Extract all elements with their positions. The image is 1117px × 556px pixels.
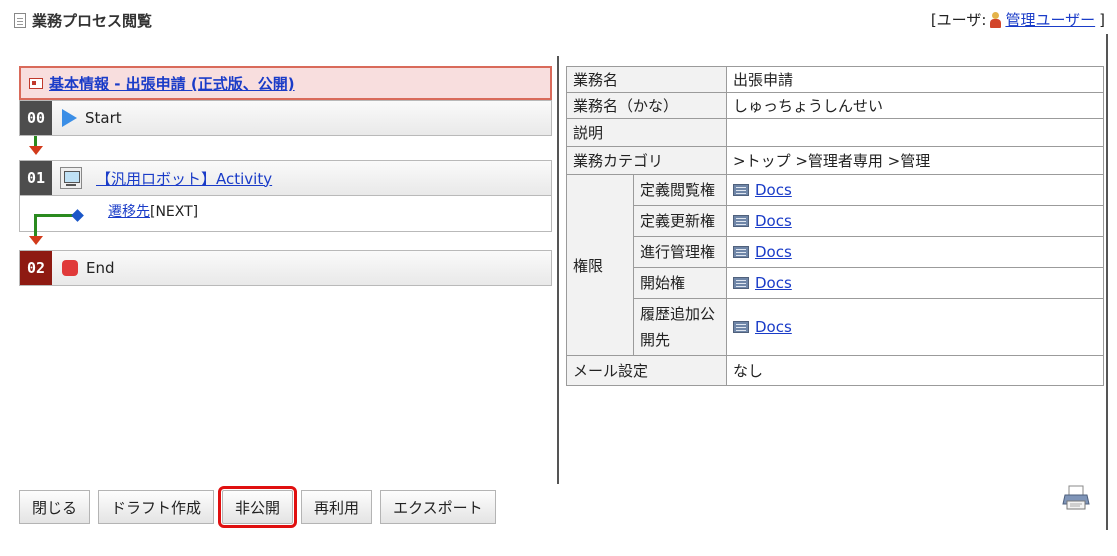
end-stop-icon [62, 260, 78, 276]
step-label: End [86, 259, 115, 277]
mail-setting-label: メール設定 [566, 355, 727, 386]
printer-icon[interactable] [1062, 485, 1090, 511]
flow-step-end: 02 End [19, 250, 552, 286]
transition-tag: [NEXT] [150, 204, 199, 220]
flow-step-activity: 01 【汎用ロボット】Activity [19, 160, 552, 196]
docs-icon [733, 321, 749, 333]
flow-arrow-icon [29, 236, 43, 245]
step-number: 01 [20, 161, 52, 195]
step-label: Start [85, 109, 122, 127]
right-border [1106, 34, 1108, 530]
permission-name: 定義閲覧権 [633, 174, 727, 206]
description-label: 説明 [566, 118, 727, 147]
permission-docs-link[interactable]: Docs [755, 243, 792, 261]
page-icon [14, 13, 26, 28]
permission-name: 開始権 [633, 267, 727, 299]
permission-docs-link[interactable]: Docs [755, 181, 792, 199]
robot-icon [60, 167, 82, 189]
step-number: 02 [20, 251, 52, 285]
basic-info-link[interactable]: 基本情報 - 出張申請 (正式版、公開) [49, 73, 295, 94]
panel-divider [557, 56, 559, 484]
action-buttons: 閉じる ドラフト作成 非公開 再利用 エクスポート [19, 486, 496, 528]
category-label: 業務カテゴリ [566, 146, 727, 175]
flow-connector [34, 136, 37, 146]
permission-docs-link[interactable]: Docs [755, 318, 792, 336]
create-draft-button[interactable]: ドラフト作成 [98, 490, 215, 524]
docs-icon [733, 184, 749, 196]
mail-setting-value: なし [726, 355, 1104, 386]
transition-text: 遷移先[NEXT] [108, 201, 198, 221]
page-header: 業務プロセス閲覧 [14, 10, 152, 31]
permission-name: 履歴追加公開先 [633, 298, 727, 356]
docs-icon [733, 246, 749, 258]
permission-docs-link[interactable]: Docs [755, 274, 792, 292]
flow-connector [34, 214, 37, 236]
flow-step-start: 00 Start [19, 100, 552, 136]
description-value [726, 118, 1104, 147]
transition-row: 遷移先[NEXT] [19, 196, 552, 232]
permission-name: 定義更新権 [633, 205, 727, 237]
user-name-link[interactable]: 管理ユーザー [1005, 9, 1095, 30]
export-button[interactable]: エクスポート [380, 490, 496, 524]
reuse-button[interactable]: 再利用 [301, 490, 373, 524]
docs-icon [733, 215, 749, 227]
step-number: 00 [20, 101, 52, 135]
flow-arrow-icon [29, 146, 43, 155]
transition-link[interactable]: 遷移先 [108, 204, 150, 220]
business-name-label: 業務名 [566, 66, 727, 93]
docs-icon [733, 277, 749, 289]
kana-value: しゅっちょうしんせい [726, 92, 1104, 119]
permission-label: 権限 [566, 174, 634, 356]
user-icon [990, 11, 1002, 28]
page-title: 業務プロセス閲覧 [32, 12, 153, 30]
user-prefix: [ユーザ: [930, 11, 987, 29]
activity-link[interactable]: 【汎用ロボット】Activity [96, 168, 272, 189]
kana-label: 業務名（かな） [566, 92, 727, 119]
basic-info-row: 基本情報 - 出張申請 (正式版、公開) [19, 66, 552, 100]
business-name-value: 出張申請 [726, 66, 1104, 93]
unpublish-button[interactable]: 非公開 [218, 486, 298, 528]
user-info: [ユーザ: 管理ユーザー ] [931, 9, 1105, 30]
process-info-table: 業務名 出張申請 業務名（かな） しゅっちょうしんせい 説明 業務カテゴリ >ト… [566, 66, 1104, 386]
category-value: >トップ >管理者専用 >管理 [726, 146, 1104, 175]
permission-name: 進行管理権 [633, 236, 727, 268]
permission-docs-link[interactable]: Docs [755, 212, 792, 230]
start-play-icon [62, 109, 77, 127]
close-button[interactable]: 閉じる [19, 490, 91, 524]
basic-info-icon [29, 77, 43, 89]
user-suffix: ] [1099, 10, 1105, 29]
transition-connector [34, 214, 74, 217]
